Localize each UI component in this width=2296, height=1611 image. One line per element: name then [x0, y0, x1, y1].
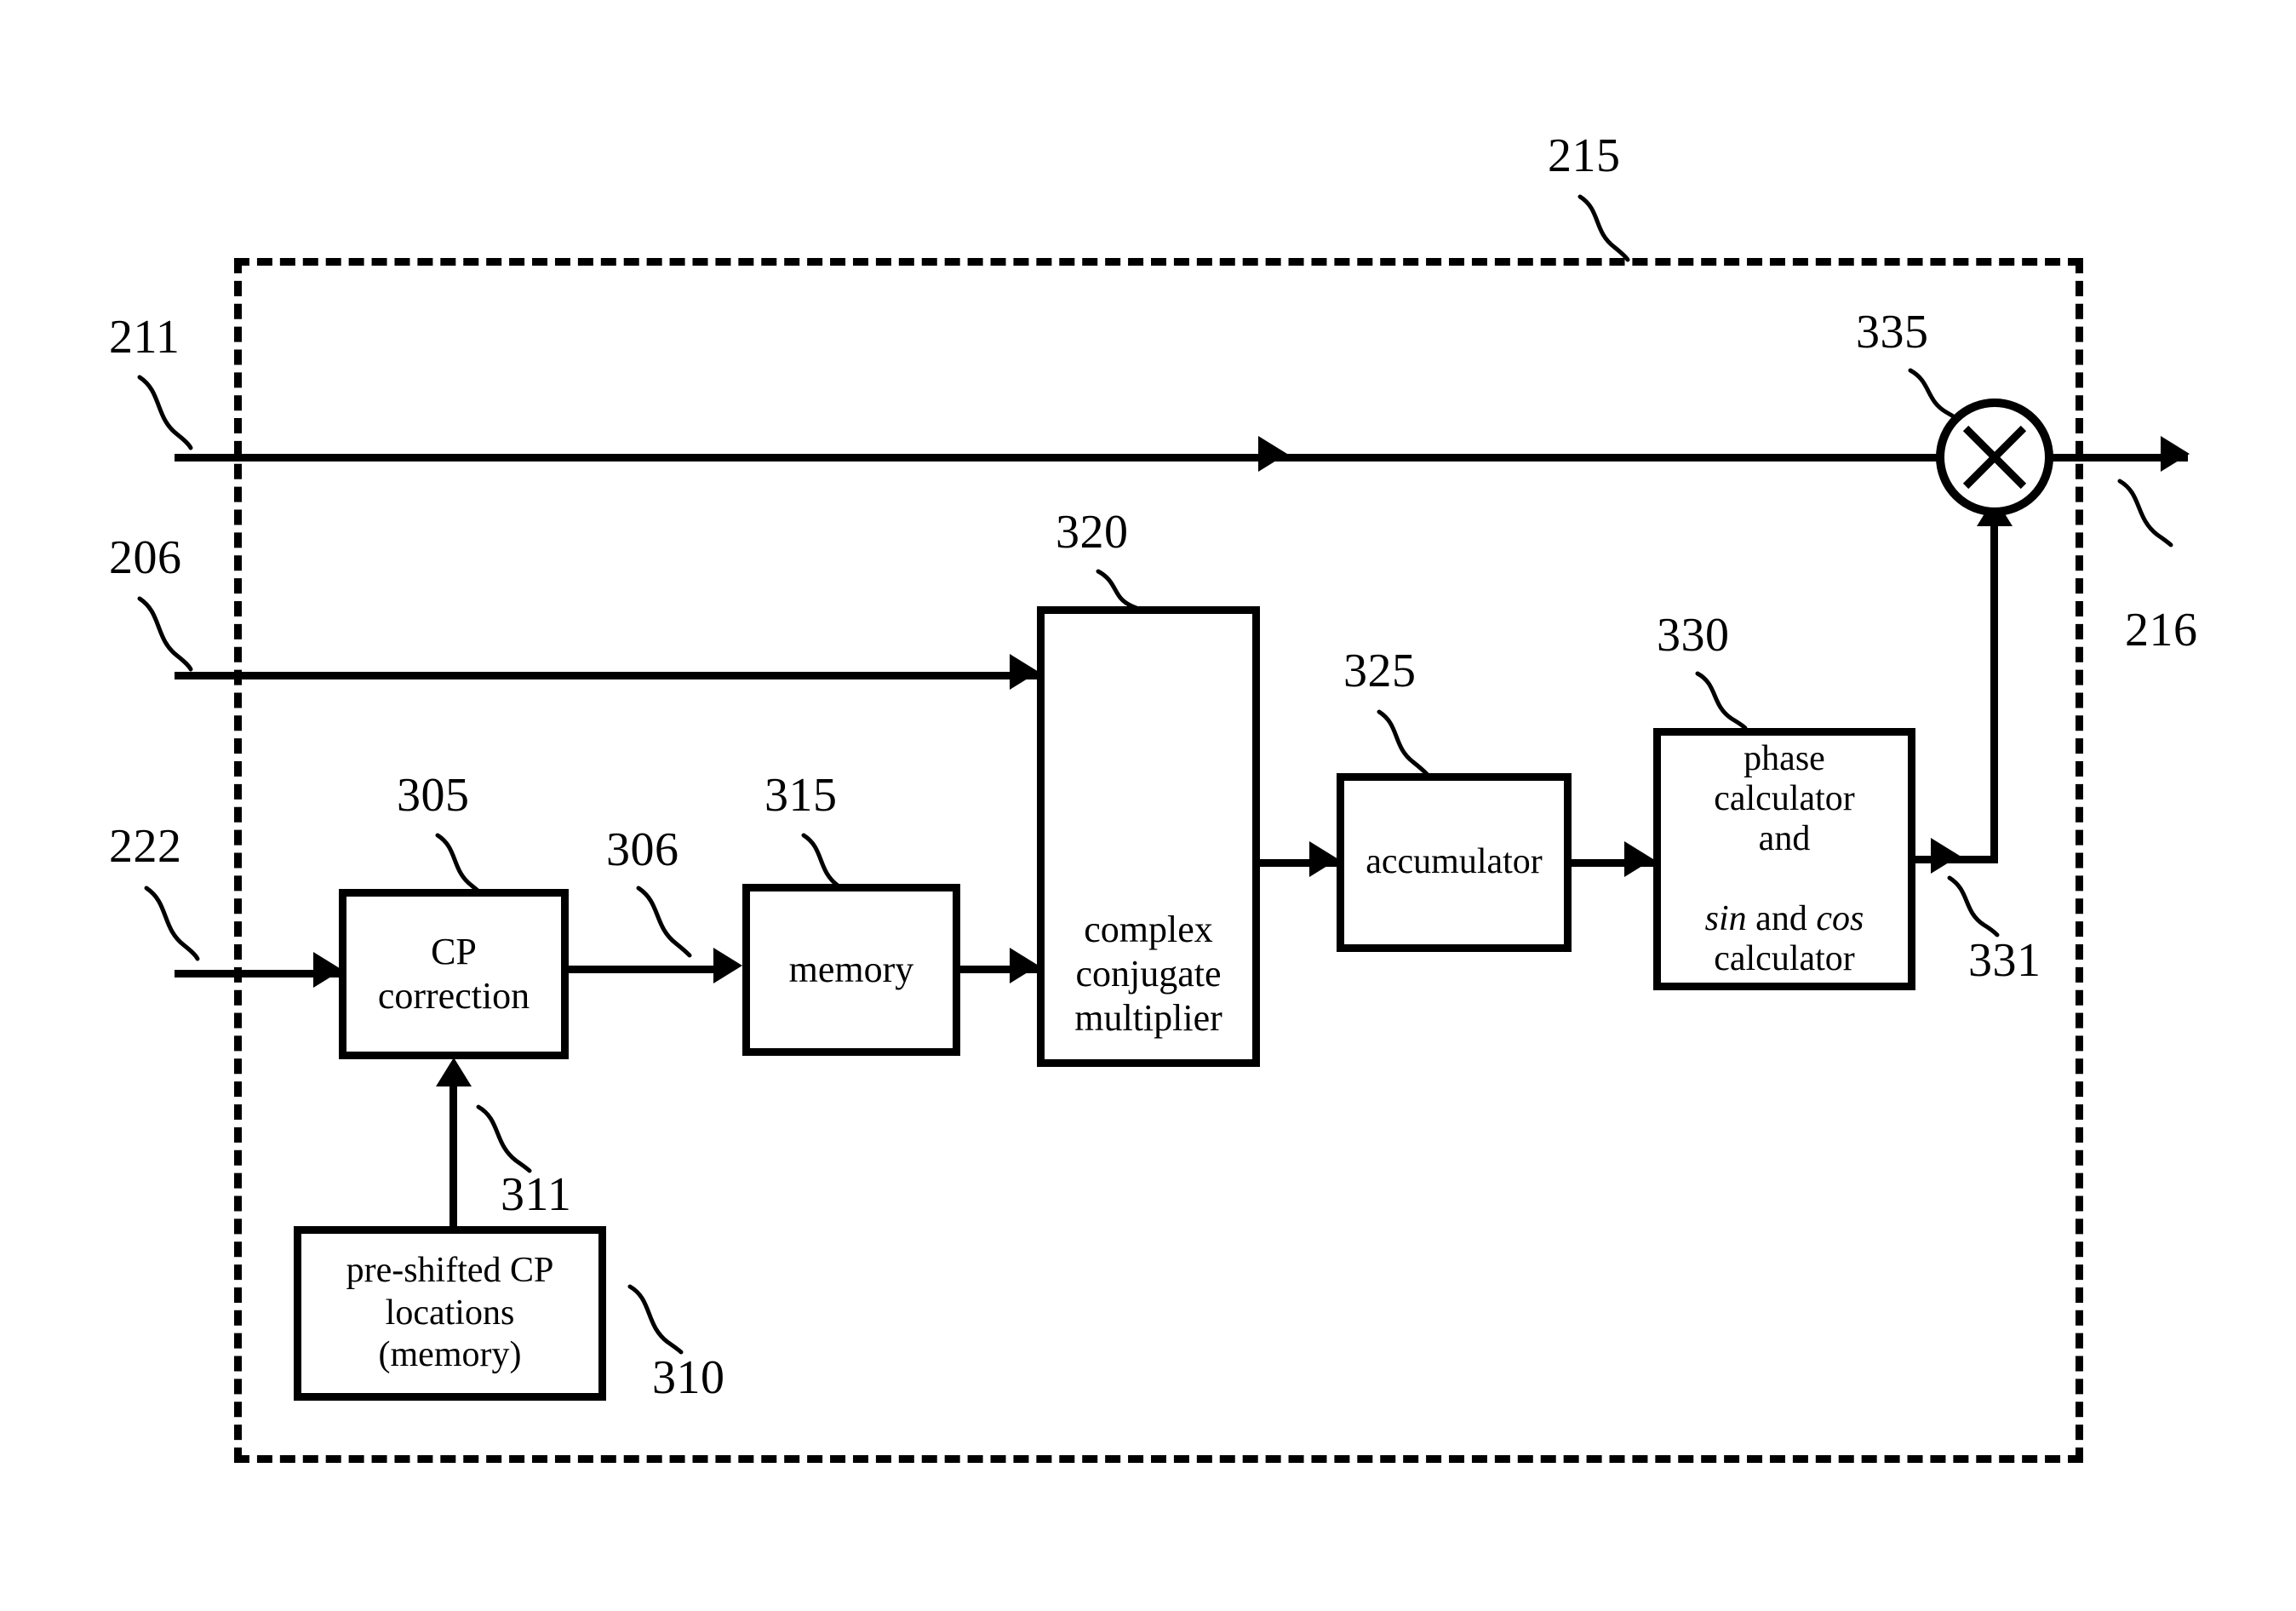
- phase-calculator-line-1: phase: [1743, 738, 1825, 778]
- ref-335: 335: [1856, 306, 1929, 358]
- patent-figure: 215 211 206 222 305 CP correction 306 31…: [0, 0, 2296, 1611]
- arrowhead-222: [313, 952, 342, 988]
- ref-325: 325: [1343, 645, 1417, 697]
- leader-line-320: [1096, 569, 1148, 615]
- phase-calculator-line-5: calculator: [1714, 939, 1855, 979]
- leader-line-311: [476, 1104, 532, 1173]
- wire-input-206: [175, 672, 1066, 679]
- leader-line-331: [1947, 875, 2000, 937]
- block-cp-correction[interactable]: CP correction: [339, 889, 569, 1059]
- leader-line-222: [144, 886, 200, 961]
- leader-line-206: [137, 596, 193, 672]
- sin-label: sin: [1704, 899, 1747, 939]
- ref-310: 310: [652, 1351, 725, 1404]
- arrowhead-306: [713, 948, 742, 983]
- ref-315: 315: [764, 769, 838, 822]
- ref-306: 306: [606, 823, 679, 876]
- ref-222: 222: [109, 820, 182, 873]
- arrowhead-206: [1010, 654, 1039, 690]
- phase-calculator-line-4: sin and cos: [1705, 859, 1864, 939]
- block-memory[interactable]: memory: [742, 884, 960, 1056]
- wire-311-vertical: [449, 1086, 457, 1229]
- arrowhead-accumulator-to-phase-calculator: [1624, 841, 1653, 877]
- ref-211: 211: [109, 311, 180, 364]
- wire-input-211: [175, 454, 1992, 462]
- phase-calculator-line-2: calculator: [1714, 778, 1855, 818]
- ref-206: 206: [109, 531, 182, 584]
- wire-306: [569, 966, 718, 973]
- block-phase-calculator[interactable]: phase calculator and sin and cos calcula…: [1653, 728, 1915, 990]
- arrowhead-216: [2161, 436, 2190, 472]
- arrowhead-311: [436, 1058, 472, 1086]
- and-label: and: [1746, 899, 1817, 939]
- ref-330: 330: [1657, 609, 1730, 662]
- wire-331-vertical: [1990, 526, 1998, 860]
- arrowhead-multiplier-to-accumulator: [1309, 841, 1338, 877]
- leader-line-330: [1695, 671, 1748, 731]
- leader-line-216: [2117, 479, 2173, 548]
- leader-line-215: [1577, 194, 1630, 262]
- ref-305: 305: [397, 769, 470, 822]
- ref-216: 216: [2125, 604, 2198, 656]
- ref-311: 311: [501, 1168, 572, 1221]
- leader-line-306: [636, 886, 692, 958]
- block-complex-conjugate-multiplier[interactable]: complex conjugate multiplier: [1037, 606, 1260, 1067]
- ref-331: 331: [1968, 934, 2041, 987]
- block-pre-shifted-cp-locations[interactable]: pre-shifted CP locations (memory): [294, 1226, 606, 1401]
- ref-320: 320: [1056, 506, 1129, 559]
- phase-calculator-line-3: and: [1758, 818, 1811, 858]
- mixer-node-335[interactable]: [1936, 398, 2053, 516]
- block-accumulator[interactable]: accumulator: [1337, 773, 1572, 952]
- leader-line-310: [627, 1284, 684, 1355]
- ref-215: 215: [1548, 129, 1621, 182]
- arrowhead-211: [1258, 436, 1287, 472]
- arrowhead-331: [1931, 838, 1960, 874]
- arrowhead-memory-to-multiplier: [1010, 948, 1039, 983]
- cos-label: cos: [1816, 899, 1864, 939]
- leader-line-211: [137, 375, 193, 450]
- leader-line-325: [1377, 709, 1429, 777]
